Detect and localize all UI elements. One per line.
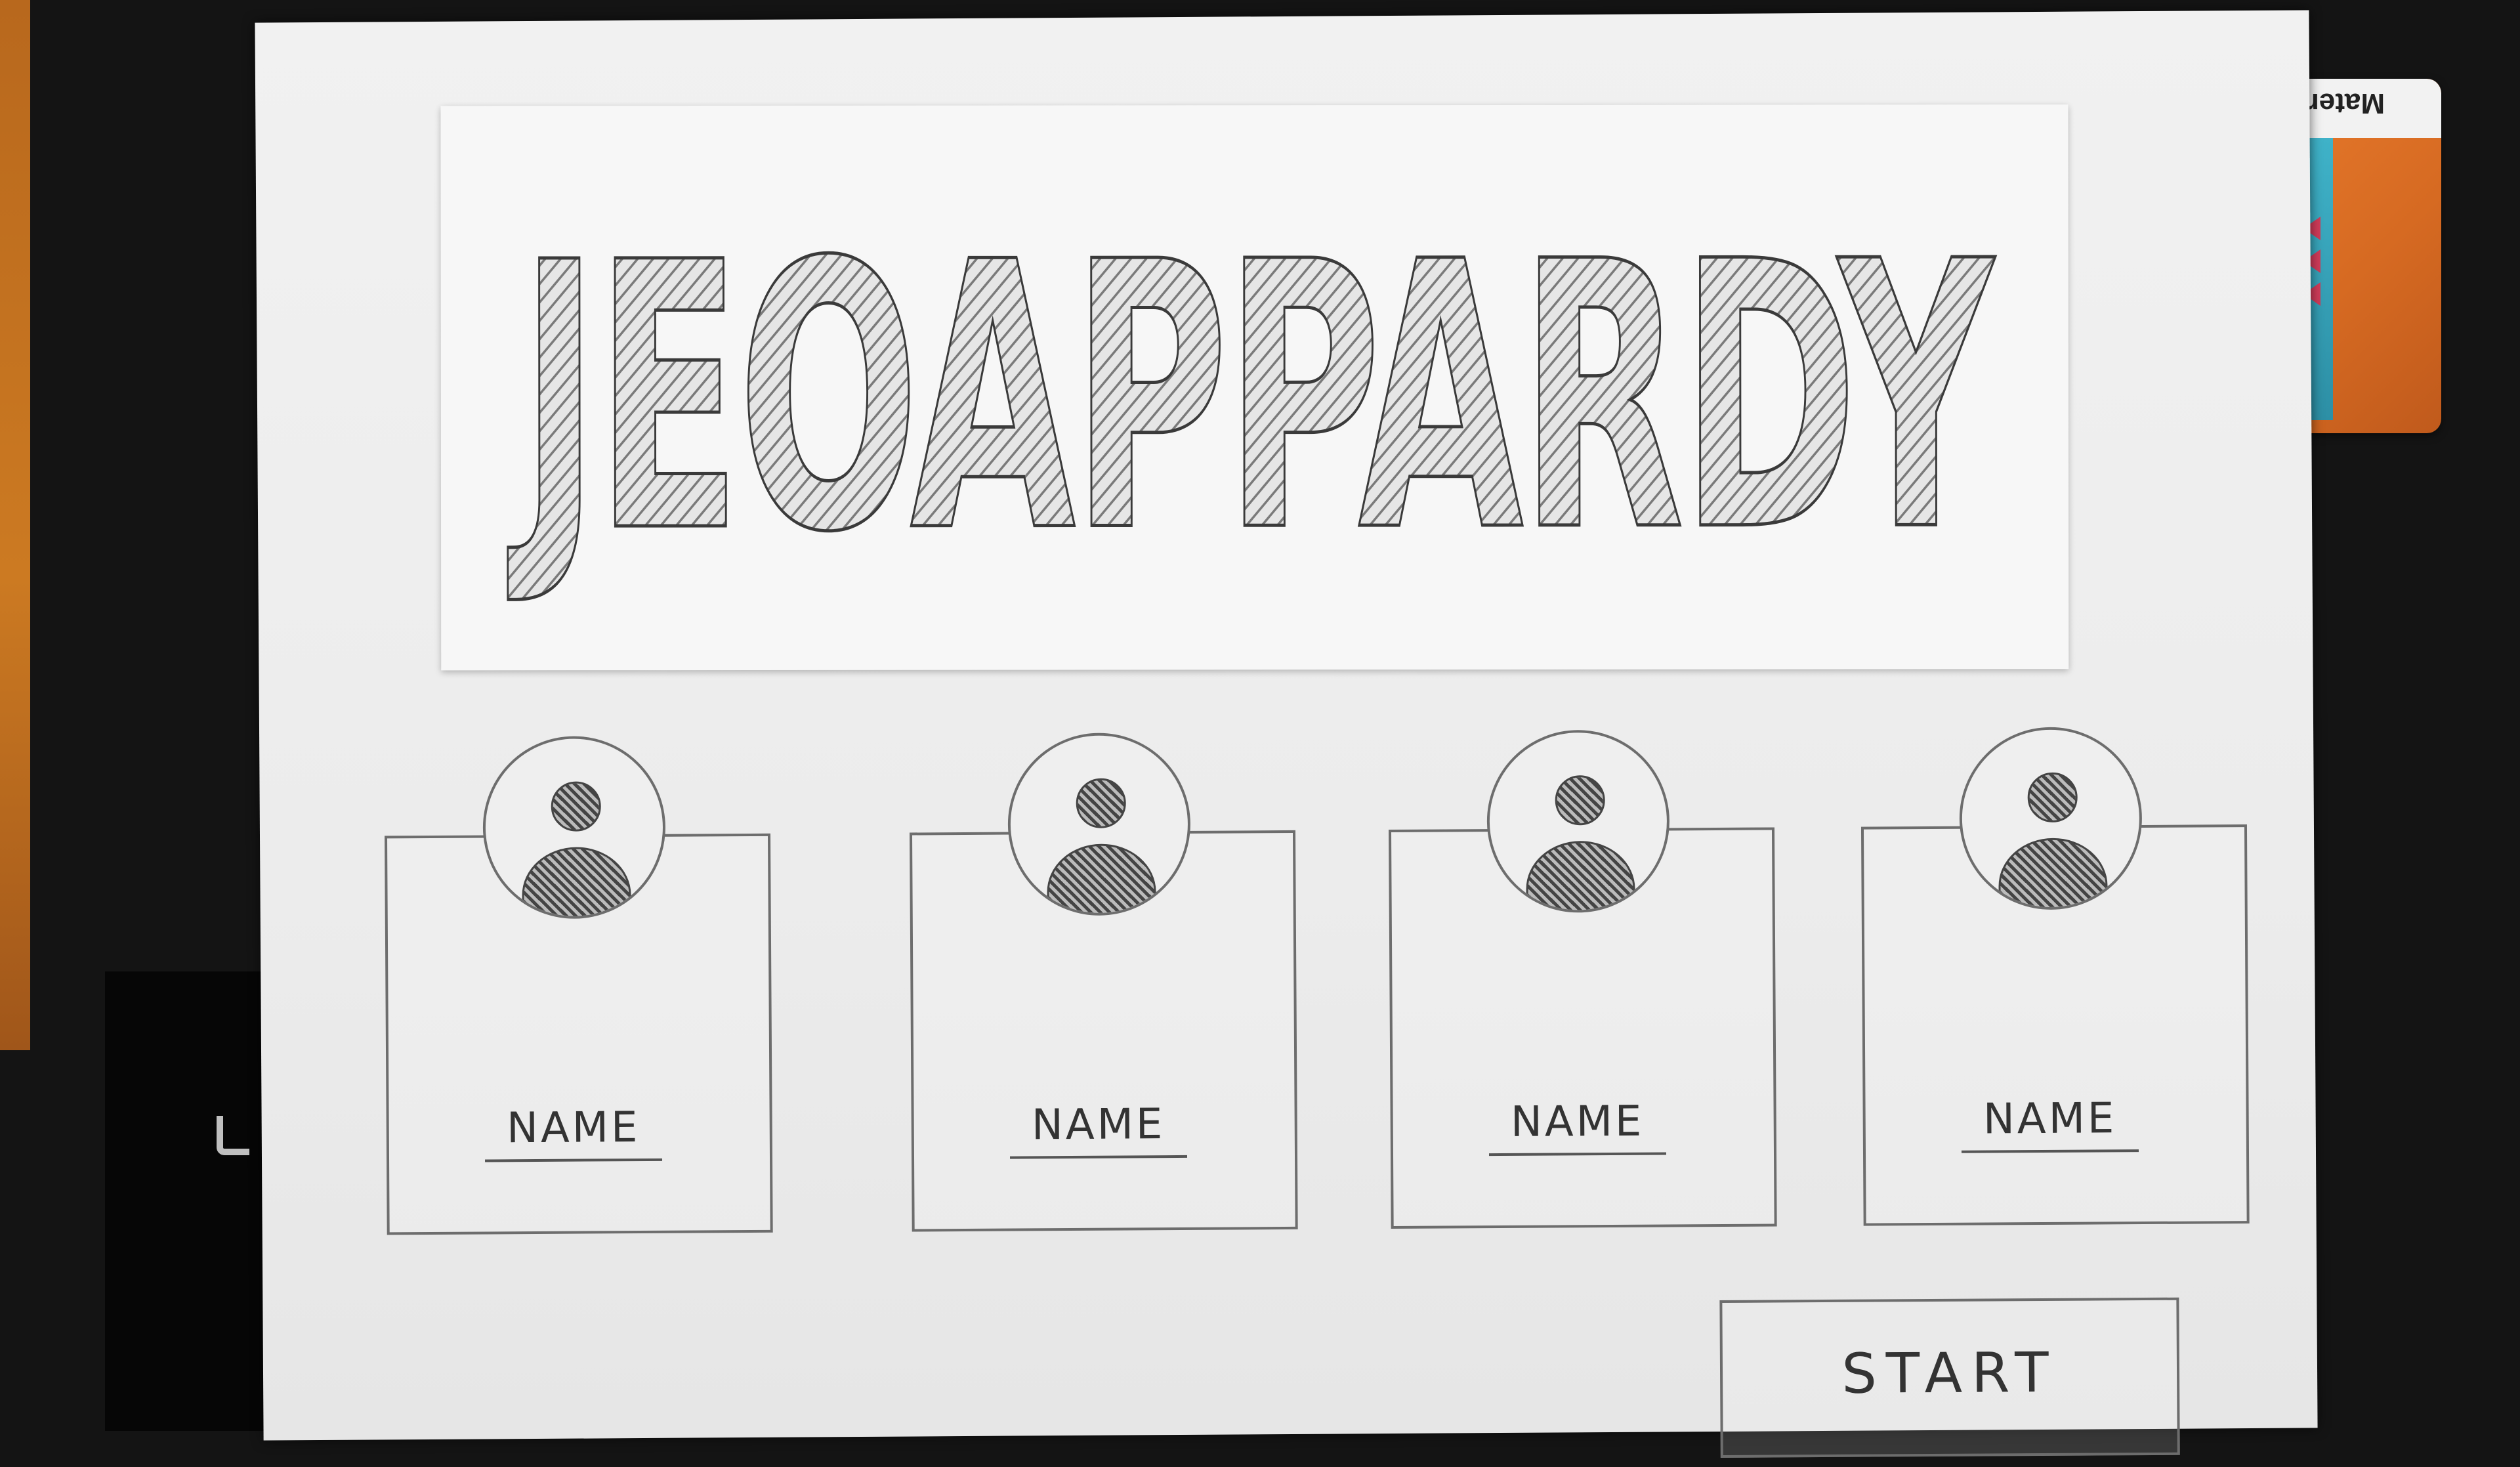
avatar-head [2027,772,2078,823]
player-name-field[interactable]: NAME [1009,1099,1188,1159]
player-card-1[interactable]: NAME [384,734,807,1236]
desk-edge [0,0,30,1050]
player-card-2[interactable]: NAME [909,732,1332,1233]
avatar-icon[interactable] [1486,729,1670,914]
player-name-field[interactable]: NAME [1961,1094,2139,1153]
avatar-head [1555,775,1605,826]
avatar-head [551,781,601,832]
avatar-icon[interactable] [1959,727,2143,910]
avatar-body [522,847,632,920]
paper-sheet: JEOAPPARDY NAME NAME NAME NAME START [255,10,2318,1458]
avatar-icon[interactable] [1007,732,1191,916]
player-name-field[interactable]: NAME [1488,1097,1667,1157]
title-text: JEOAPPARDY [506,184,1996,613]
start-button[interactable]: START [1719,1297,2180,1458]
title-banner: JEOAPPARDY [440,104,2069,671]
player-name-field[interactable]: NAME [484,1103,663,1162]
player-card-3[interactable]: NAME [1388,729,1811,1230]
title-logo: JEOAPPARDY [505,182,1998,615]
avatar-body [1998,838,2108,910]
player-card-4[interactable]: NAME [1860,726,2284,1227]
avatar-body [1526,840,1635,914]
device-glyph [217,1116,249,1155]
avatar-head [1076,778,1126,828]
avatar-body [1047,843,1156,916]
avatar-icon[interactable] [482,735,666,920]
background-device [105,971,276,1431]
